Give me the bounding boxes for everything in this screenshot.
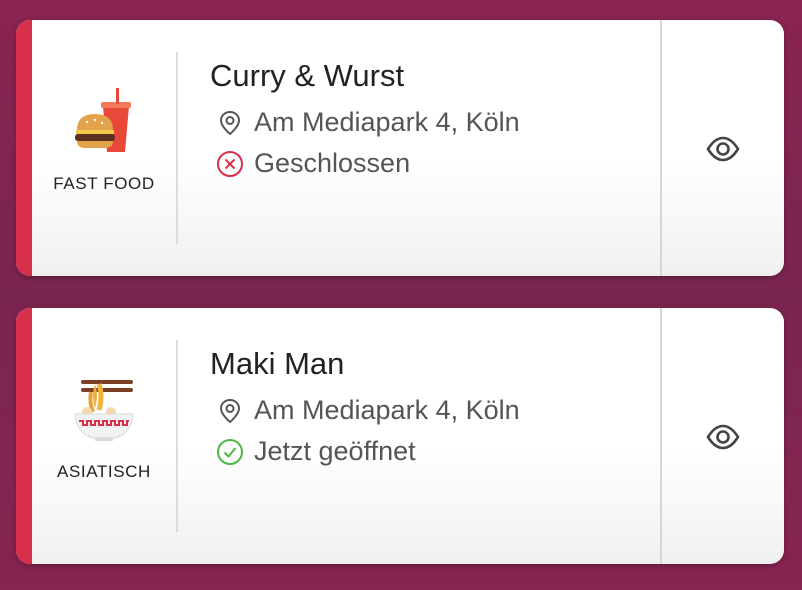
action-divider (660, 308, 662, 564)
divider (176, 52, 178, 244)
noodle-bowl-chopsticks-icon (74, 380, 134, 441)
card-accent-bar (16, 308, 32, 564)
category-block: FAST FOOD (32, 20, 176, 276)
eye-icon[interactable] (706, 132, 740, 166)
status-text: Jetzt geöffnet (254, 436, 416, 466)
restaurant-name: Maki Man (210, 346, 345, 381)
restaurant-info: Maki Man Am Mediapark 4, Köln Jetzt geöf… (210, 308, 650, 564)
status-text: Geschlossen (254, 148, 411, 178)
divider (176, 340, 178, 532)
location-pin-icon (216, 397, 244, 425)
status-row: Jetzt geöffnet (216, 436, 416, 467)
address-text: Am Mediapark 4, Köln (254, 107, 520, 137)
address-row: Am Mediapark 4, Köln (216, 395, 520, 426)
restaurant-name: Curry & Wurst (210, 58, 405, 93)
category-block: ASIATISCH (32, 308, 176, 564)
restaurant-card[interactable]: ASIATISCH Maki Man Am Mediapark 4, Köln … (16, 308, 784, 564)
open-check-icon (216, 438, 244, 466)
location-pin-icon (216, 109, 244, 137)
closed-x-icon (216, 150, 244, 178)
action-divider (660, 20, 662, 276)
restaurant-card[interactable]: FAST FOOD Curry & Wurst Am Mediapark 4, … (16, 20, 784, 276)
burger-and-drink-icon (75, 88, 131, 152)
category-label: FAST FOOD (53, 174, 155, 193)
status-row: Geschlossen (216, 148, 410, 179)
category-label: ASIATISCH (57, 462, 151, 481)
address-text: Am Mediapark 4, Köln (254, 395, 520, 425)
address-row: Am Mediapark 4, Köln (216, 107, 520, 138)
restaurant-info: Curry & Wurst Am Mediapark 4, Köln Gesch… (210, 20, 650, 276)
eye-icon[interactable] (706, 420, 740, 454)
card-accent-bar (16, 20, 32, 276)
